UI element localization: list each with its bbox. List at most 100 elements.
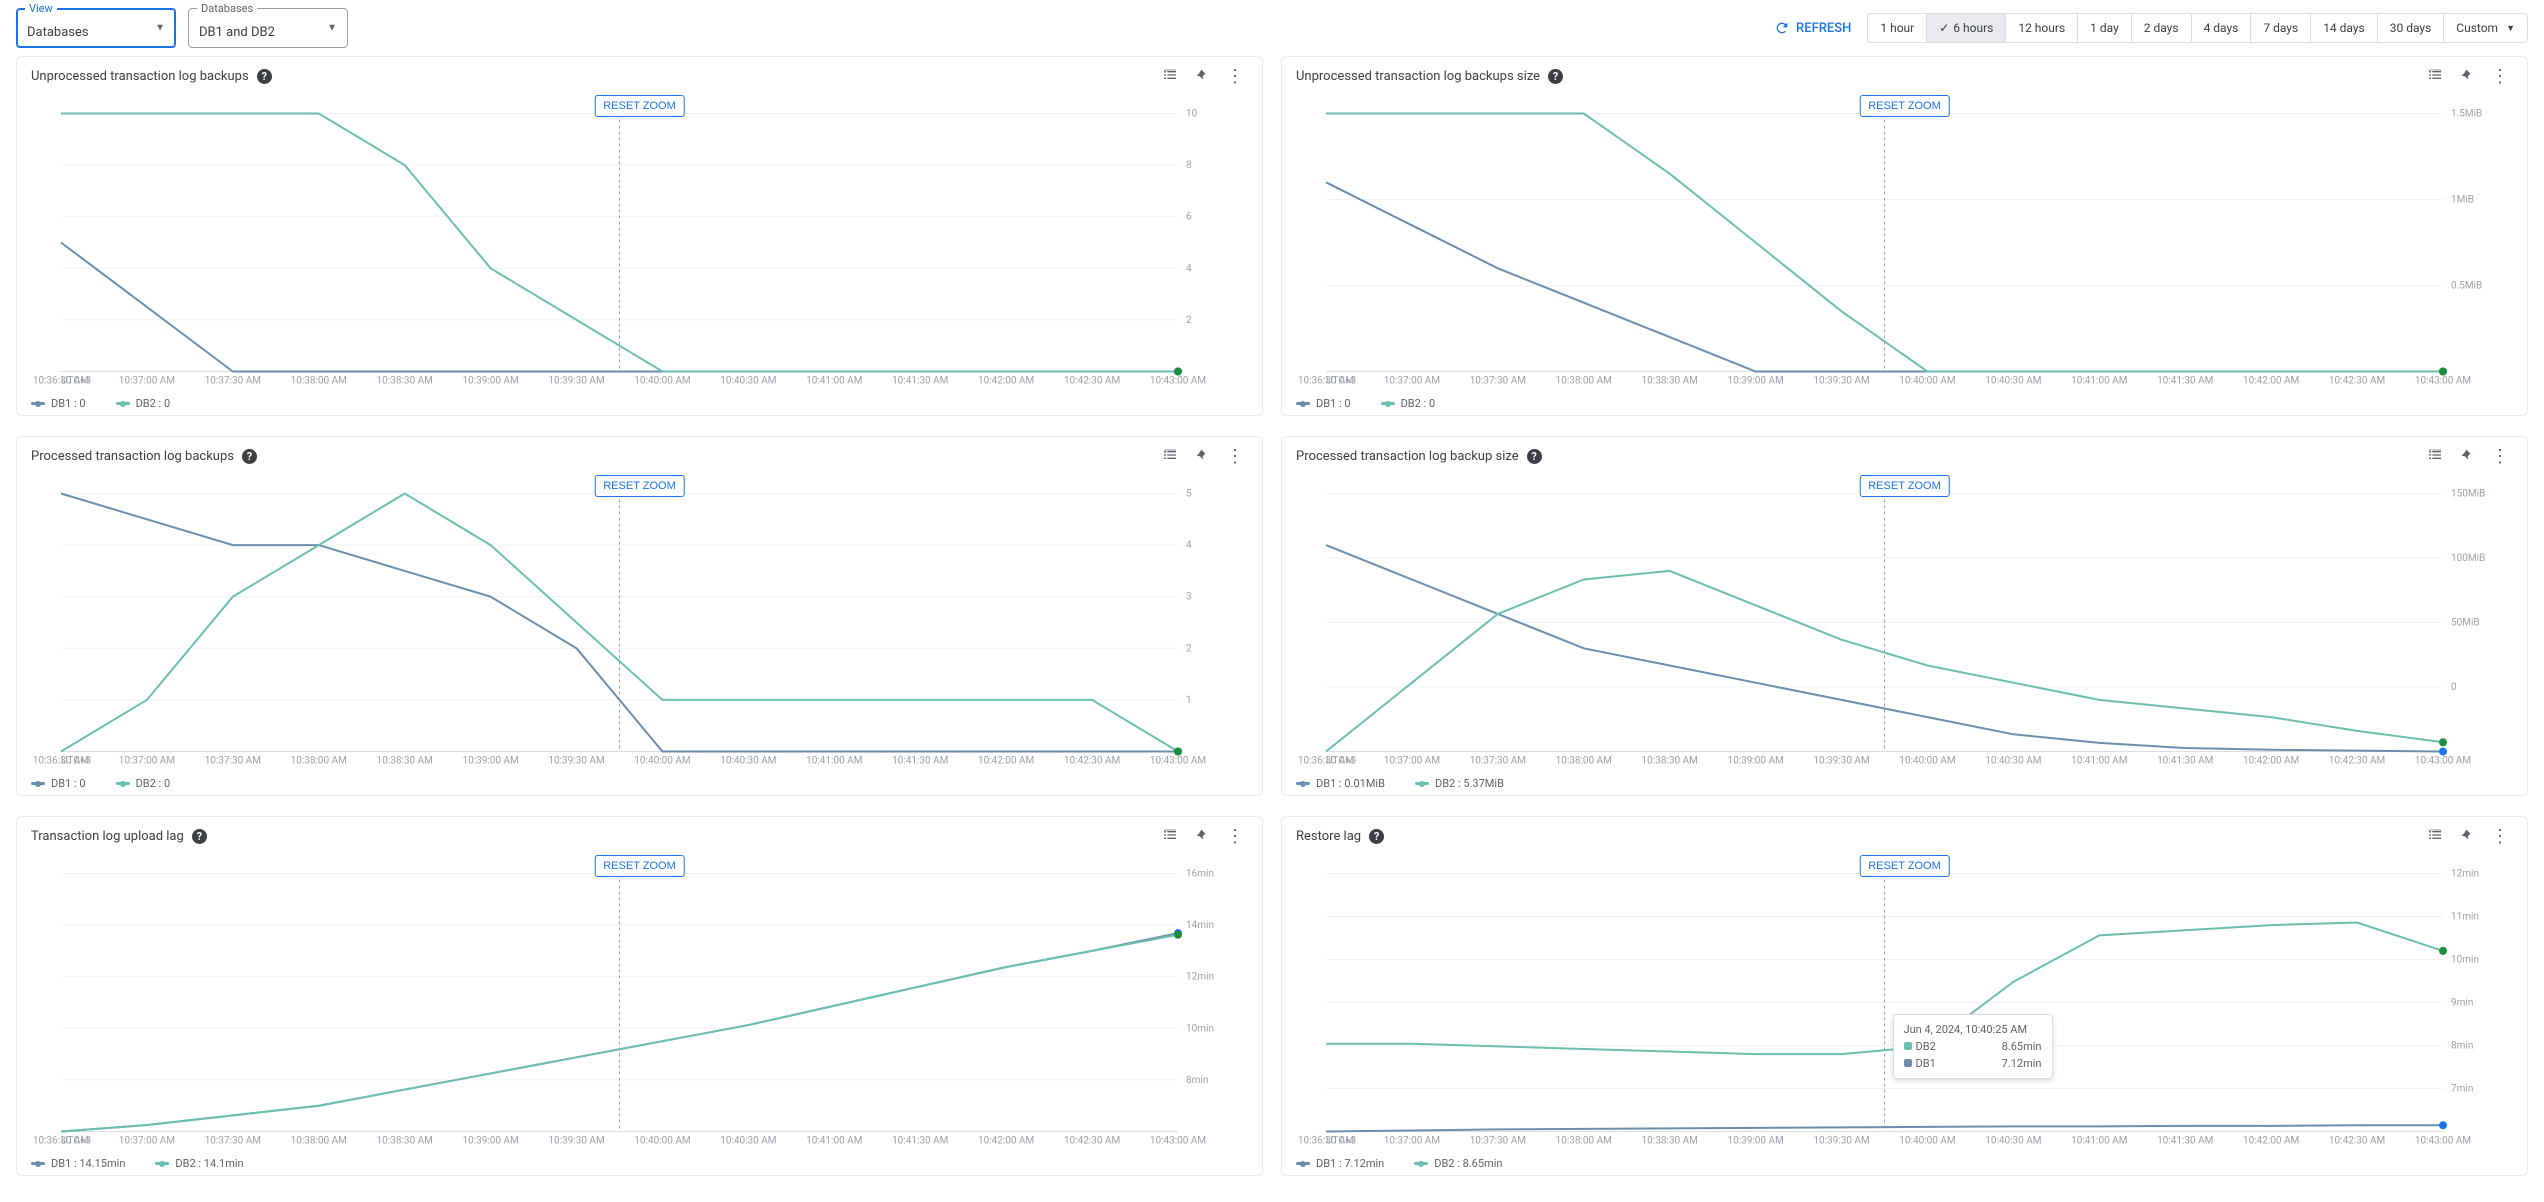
legend-item[interactable]: DB1 : 0 [31, 777, 86, 790]
plot-area[interactable]: 108642UTC+310:36:30 AM10:37:00 AM10:37:3… [31, 100, 1248, 391]
svg-text:10:39:30 AM: 10:39:30 AM [548, 376, 604, 387]
legend-item[interactable]: DB2 : 0 [1381, 397, 1436, 410]
view-select[interactable]: View Databases ▼ [16, 8, 176, 48]
svg-text:10:38:00 AM: 10:38:00 AM [1556, 756, 1612, 767]
legend-item[interactable]: DB1 : 0 [31, 397, 86, 410]
legend-item[interactable]: DB2 : 14.1min [155, 1157, 243, 1170]
pushpin-icon[interactable] [1192, 827, 1208, 846]
legend-icon[interactable] [1162, 447, 1178, 466]
svg-text:10:37:30 AM: 10:37:30 AM [205, 376, 261, 387]
time-range-label: 1 day [2090, 21, 2119, 35]
refresh-button[interactable]: REFRESH [1764, 14, 1861, 42]
reset-zoom-button[interactable]: RESET ZOOM [1859, 855, 1950, 877]
svg-text:10:37:30 AM: 10:37:30 AM [205, 756, 261, 767]
reset-zoom-button[interactable]: RESET ZOOM [594, 855, 685, 877]
time-range-label: 14 days [2323, 21, 2365, 35]
chart-title: Processed transaction log backup size [1296, 449, 1519, 464]
legend-label: DB2 : 8.65min [1434, 1157, 1502, 1170]
svg-text:10:43:00 AM: 10:43:00 AM [2415, 756, 2471, 767]
pushpin-icon[interactable] [2457, 827, 2473, 846]
help-icon[interactable]: ? [257, 69, 272, 84]
svg-text:10:39:30 AM: 10:39:30 AM [1813, 1136, 1869, 1147]
time-range-chip[interactable]: 12 hours [2005, 14, 2077, 42]
time-range-chip[interactable]: 30 days [2377, 14, 2444, 42]
svg-text:3: 3 [1186, 592, 1192, 603]
legend-item[interactable]: DB1 : 0 [1296, 397, 1351, 410]
plot-area[interactable]: 12min11min10min9min8min7minUTC+310:36:30… [1296, 860, 2513, 1151]
legend-item[interactable]: DB2 : 5.37MiB [1415, 777, 1504, 790]
pushpin-icon[interactable] [1192, 447, 1208, 466]
reset-zoom-button[interactable]: RESET ZOOM [1859, 95, 1950, 117]
time-range-chip[interactable]: 1 hour [1868, 14, 1926, 42]
legend-item[interactable]: DB1 : 0.01MiB [1296, 777, 1385, 790]
legend-swatch [1296, 1162, 1310, 1165]
svg-text:100MiB: 100MiB [2451, 553, 2485, 564]
legend-icon[interactable] [2427, 447, 2443, 466]
time-range-chip[interactable]: 4 days [2191, 14, 2251, 42]
time-range-chip[interactable]: Custom▼ [2443, 14, 2527, 42]
plot-area[interactable]: 54321UTC+310:36:30 AM10:37:00 AM10:37:30… [31, 480, 1248, 771]
plot-area[interactable]: 150MiB100MiB50MiB0UTC+310:36:30 AM10:37:… [1296, 480, 2513, 771]
time-range-chip[interactable]: 2 days [2131, 14, 2191, 42]
help-icon[interactable]: ? [1369, 829, 1384, 844]
legend-icon[interactable] [2427, 67, 2443, 86]
reset-zoom-button[interactable]: RESET ZOOM [594, 475, 685, 497]
svg-text:10:39:00 AM: 10:39:00 AM [462, 1136, 518, 1147]
svg-text:10:39:30 AM: 10:39:30 AM [548, 1136, 604, 1147]
legend-icon[interactable] [1162, 67, 1178, 86]
help-icon[interactable]: ? [242, 449, 257, 464]
time-range-chip[interactable]: 1 day [2077, 14, 2131, 42]
svg-text:2: 2 [1186, 315, 1192, 326]
chart-card: Restore lag?⋮RESET ZOOM12min11min10min9m… [1281, 816, 2528, 1176]
svg-text:10:37:30 AM: 10:37:30 AM [1470, 376, 1526, 387]
svg-text:10:38:00 AM: 10:38:00 AM [1556, 1136, 1612, 1147]
pushpin-icon[interactable] [2457, 67, 2473, 86]
plot-area[interactable]: 1.5MiB1MiB0.5MiBUTC+310:36:30 AM10:37:00… [1296, 100, 2513, 391]
svg-text:10:37:00 AM: 10:37:00 AM [119, 1136, 175, 1147]
chart-actions: ⋮ [1162, 447, 1248, 466]
legend-icon[interactable] [2427, 827, 2443, 846]
selectors-group: View Databases ▼ Databases DB1 and DB2 ▼ [16, 8, 348, 48]
reset-zoom-button[interactable]: RESET ZOOM [1859, 475, 1950, 497]
svg-text:7min: 7min [2451, 1084, 2473, 1095]
help-icon[interactable]: ? [192, 829, 207, 844]
help-icon[interactable]: ? [1548, 69, 1563, 84]
svg-text:10:42:00 AM: 10:42:00 AM [978, 1136, 1034, 1147]
svg-text:10:39:00 AM: 10:39:00 AM [1727, 376, 1783, 387]
reset-zoom-button[interactable]: RESET ZOOM [594, 95, 685, 117]
svg-text:10:41:30 AM: 10:41:30 AM [892, 376, 948, 387]
legend-swatch [1381, 402, 1395, 405]
chart-card: Processed transaction log backups?⋮RESET… [16, 436, 1263, 796]
svg-text:11min: 11min [2451, 912, 2479, 923]
chart-card: Transaction log upload lag?⋮RESET ZOOM16… [16, 816, 1263, 1176]
time-range-chip[interactable]: 7 days [2250, 14, 2310, 42]
legend-item[interactable]: DB1 : 14.15min [31, 1157, 125, 1170]
legend-item[interactable]: DB2 : 0 [116, 777, 171, 790]
svg-text:10:41:00 AM: 10:41:00 AM [806, 376, 862, 387]
legend-icon[interactable] [1162, 827, 1178, 846]
legend-item[interactable]: DB2 : 0 [116, 397, 171, 410]
time-range-chip[interactable]: 14 days [2310, 14, 2377, 42]
svg-text:10:41:30 AM: 10:41:30 AM [2157, 1136, 2213, 1147]
time-range-chip[interactable]: ✓6 hours [1926, 14, 2005, 42]
chart-card: Unprocessed transaction log backups?⋮ RES… [16, 56, 1263, 416]
legend-swatch [31, 1162, 45, 1165]
legend-item[interactable]: DB2 : 8.65min [1414, 1157, 1502, 1170]
chart-tooltip: Jun 4, 2024, 10:40:25 AMDB28.65minDB17.1… [1893, 1014, 2053, 1079]
pushpin-icon[interactable] [1192, 67, 1208, 86]
chart-title: Restore lag [1296, 829, 1361, 844]
svg-text:10:42:00 AM: 10:42:00 AM [978, 756, 1034, 767]
legend-item[interactable]: DB1 : 7.12min [1296, 1157, 1384, 1170]
svg-text:6: 6 [1186, 212, 1192, 223]
svg-text:10:38:30 AM: 10:38:30 AM [1642, 376, 1698, 387]
svg-text:10:40:00 AM: 10:40:00 AM [1899, 376, 1955, 387]
databases-select[interactable]: Databases DB1 and DB2 ▼ [188, 8, 348, 48]
chart-header: Unprocessed transaction log backups?⋮ [31, 67, 1248, 90]
svg-text:10:42:30 AM: 10:42:30 AM [1064, 1136, 1120, 1147]
legend-swatch [155, 1162, 169, 1165]
plot-area[interactable]: 16min14min12min10min8minUTC+310:36:30 AM… [31, 860, 1248, 1151]
pushpin-icon[interactable] [2457, 447, 2473, 466]
tooltip-value: 7.12min [2002, 1057, 2042, 1070]
svg-text:14min: 14min [1186, 920, 1214, 931]
help-icon[interactable]: ? [1527, 449, 1542, 464]
